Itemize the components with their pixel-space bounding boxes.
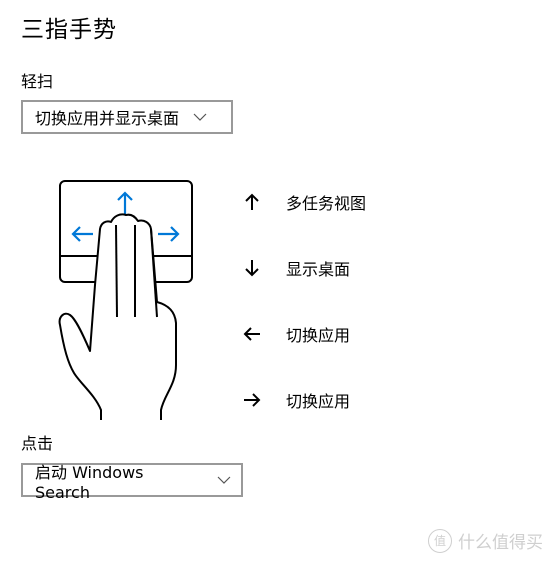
swipe-dropdown[interactable]: 切换应用并显示桌面 (21, 100, 233, 134)
watermark-badge: 值 (428, 528, 452, 553)
gesture-row-right: 切换应用 (240, 388, 350, 412)
swipe-label: 轻扫 (21, 72, 54, 91)
swipe-dropdown-value: 切换应用并显示桌面 (35, 109, 180, 128)
watermark-text: 什么值得买 (458, 533, 543, 553)
three-finger-gesture-illustration (58, 180, 193, 420)
watermark: 值 什么值得买 (428, 528, 543, 553)
page-title: 三指手势 (21, 17, 117, 43)
gesture-label: 切换应用 (286, 392, 351, 411)
arrow-right-icon (244, 393, 261, 407)
tap-dropdown[interactable]: 启动 Windows Search (21, 463, 243, 502)
gesture-row-up: 多任务视图 (240, 190, 366, 214)
gesture-label: 显示桌面 (286, 260, 351, 279)
chevron-down-icon (217, 476, 231, 484)
arrow-down-icon (245, 260, 259, 277)
gesture-row-down: 显示桌面 (240, 256, 350, 280)
tap-dropdown-value: 启动 Windows Search (35, 462, 144, 502)
gesture-row-left: 切换应用 (240, 322, 350, 346)
arrow-left-icon (243, 327, 260, 341)
gesture-label: 多任务视图 (286, 194, 367, 213)
chevron-down-icon (193, 113, 207, 121)
gesture-label: 切换应用 (286, 326, 351, 345)
tap-label: 点击 (21, 434, 54, 453)
arrow-up-icon (245, 193, 259, 210)
